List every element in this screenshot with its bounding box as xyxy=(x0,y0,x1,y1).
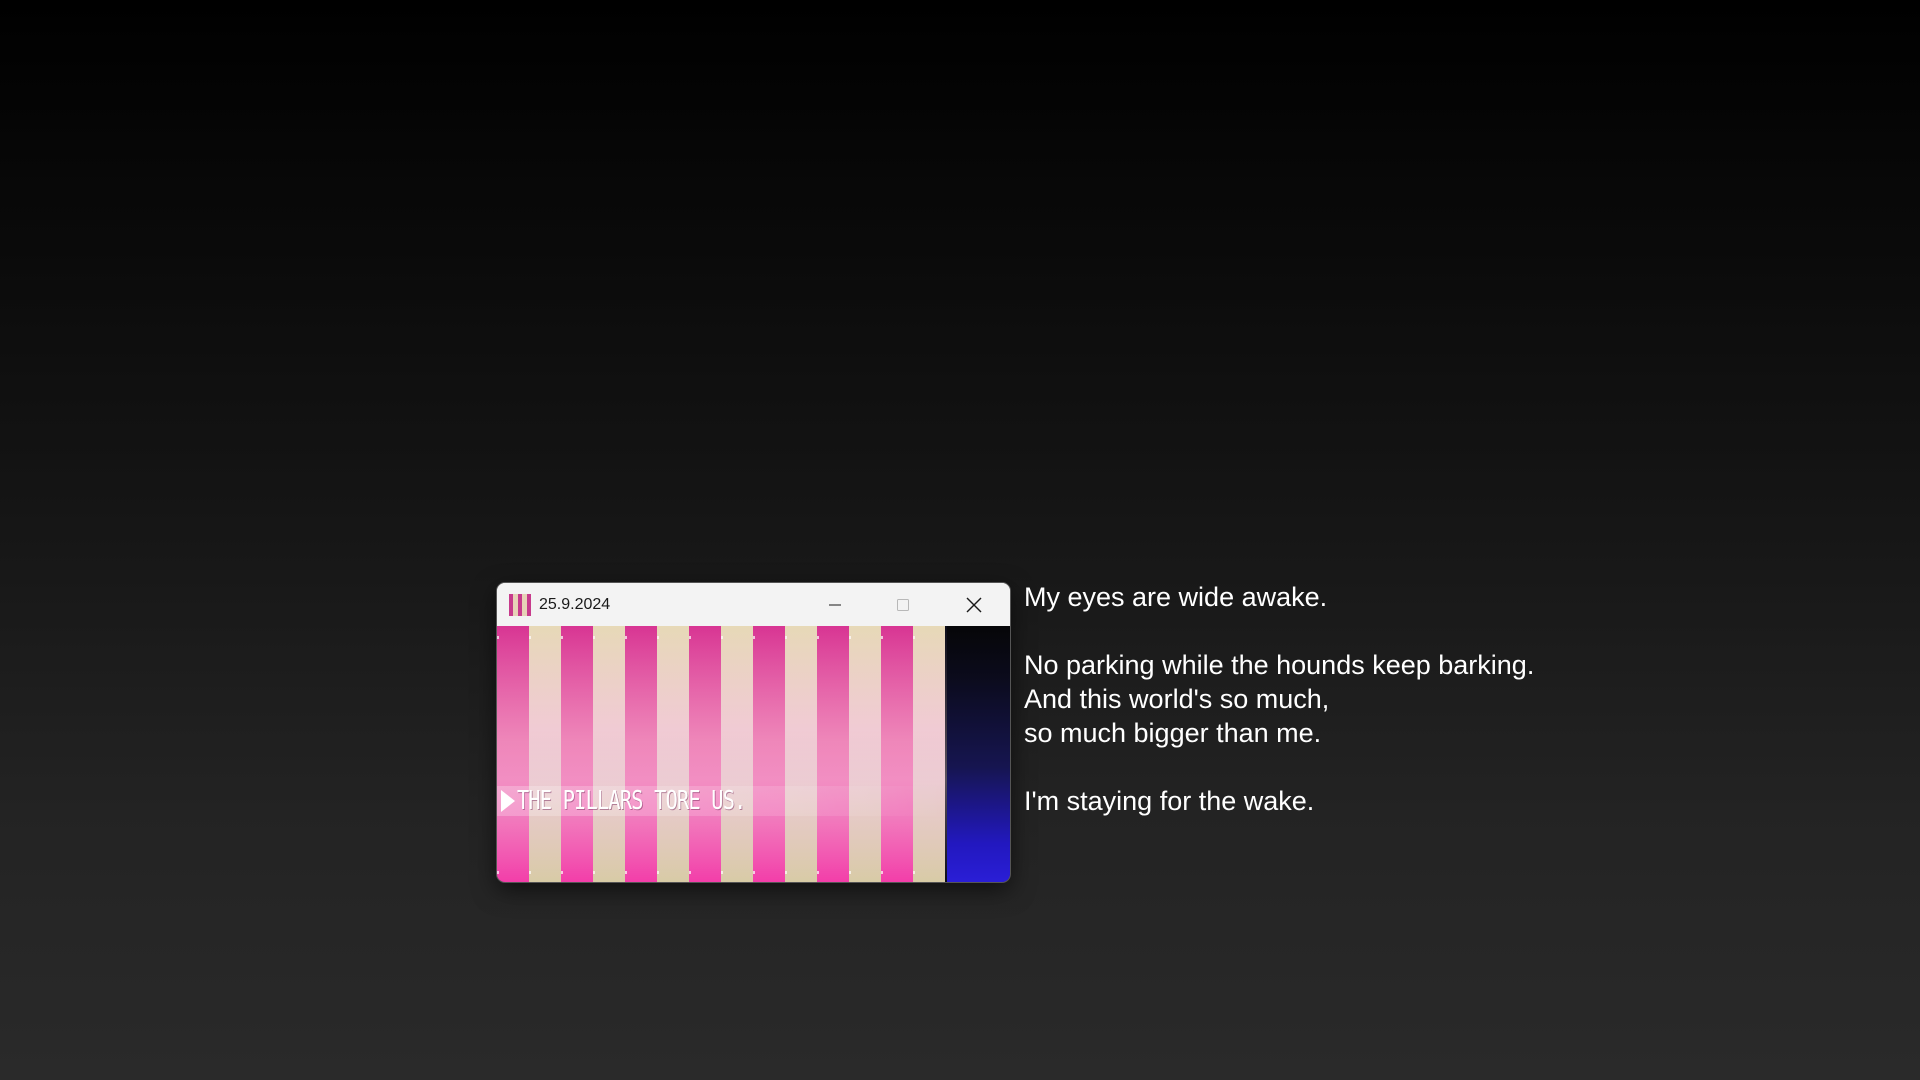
dark-gradient-panel xyxy=(947,626,1010,882)
pillar xyxy=(817,626,849,882)
app-icon xyxy=(509,594,531,616)
pillar xyxy=(625,626,657,882)
text-banner: THE PILLARS TORE US. xyxy=(497,786,947,816)
lyric-line: so much bigger than me. xyxy=(1024,718,1322,748)
lyric-line: No parking while the hounds keep barking… xyxy=(1024,650,1535,680)
close-icon xyxy=(966,597,982,612)
title-bar[interactable]: 25.9.2024 xyxy=(497,583,1010,626)
pillars xyxy=(497,626,947,882)
lyric-line: My eyes are wide awake. xyxy=(1024,582,1328,612)
lyrics-text: My eyes are wide awake. No parking while… xyxy=(1024,580,1904,818)
maximize-button[interactable] xyxy=(871,583,935,626)
window-title: 25.9.2024 xyxy=(539,596,611,613)
pillar xyxy=(657,626,689,882)
maximize-icon xyxy=(897,598,909,611)
game-canvas[interactable]: THE PILLARS TORE US. xyxy=(497,626,1010,882)
pillar xyxy=(689,626,721,882)
pillar xyxy=(913,626,945,882)
lyric-line: And this world's so much, xyxy=(1024,684,1330,714)
app-window: 25.9.2024 THE PILLARS TORE US. xyxy=(497,583,1010,882)
pillar xyxy=(593,626,625,882)
pillar xyxy=(721,626,753,882)
close-button[interactable] xyxy=(942,583,1006,626)
pillar xyxy=(753,626,785,882)
minimize-icon xyxy=(829,604,841,605)
pillar xyxy=(529,626,561,882)
pillar xyxy=(561,626,593,882)
banner-text: THE PILLARS TORE US. xyxy=(517,786,746,816)
lyric-line: I'm staying for the wake. xyxy=(1024,786,1315,816)
pillar xyxy=(497,626,529,882)
minimize-button[interactable] xyxy=(803,583,867,626)
pillar xyxy=(881,626,913,882)
play-arrow-icon xyxy=(501,790,515,812)
pillar xyxy=(849,626,881,882)
pillar xyxy=(785,626,817,882)
